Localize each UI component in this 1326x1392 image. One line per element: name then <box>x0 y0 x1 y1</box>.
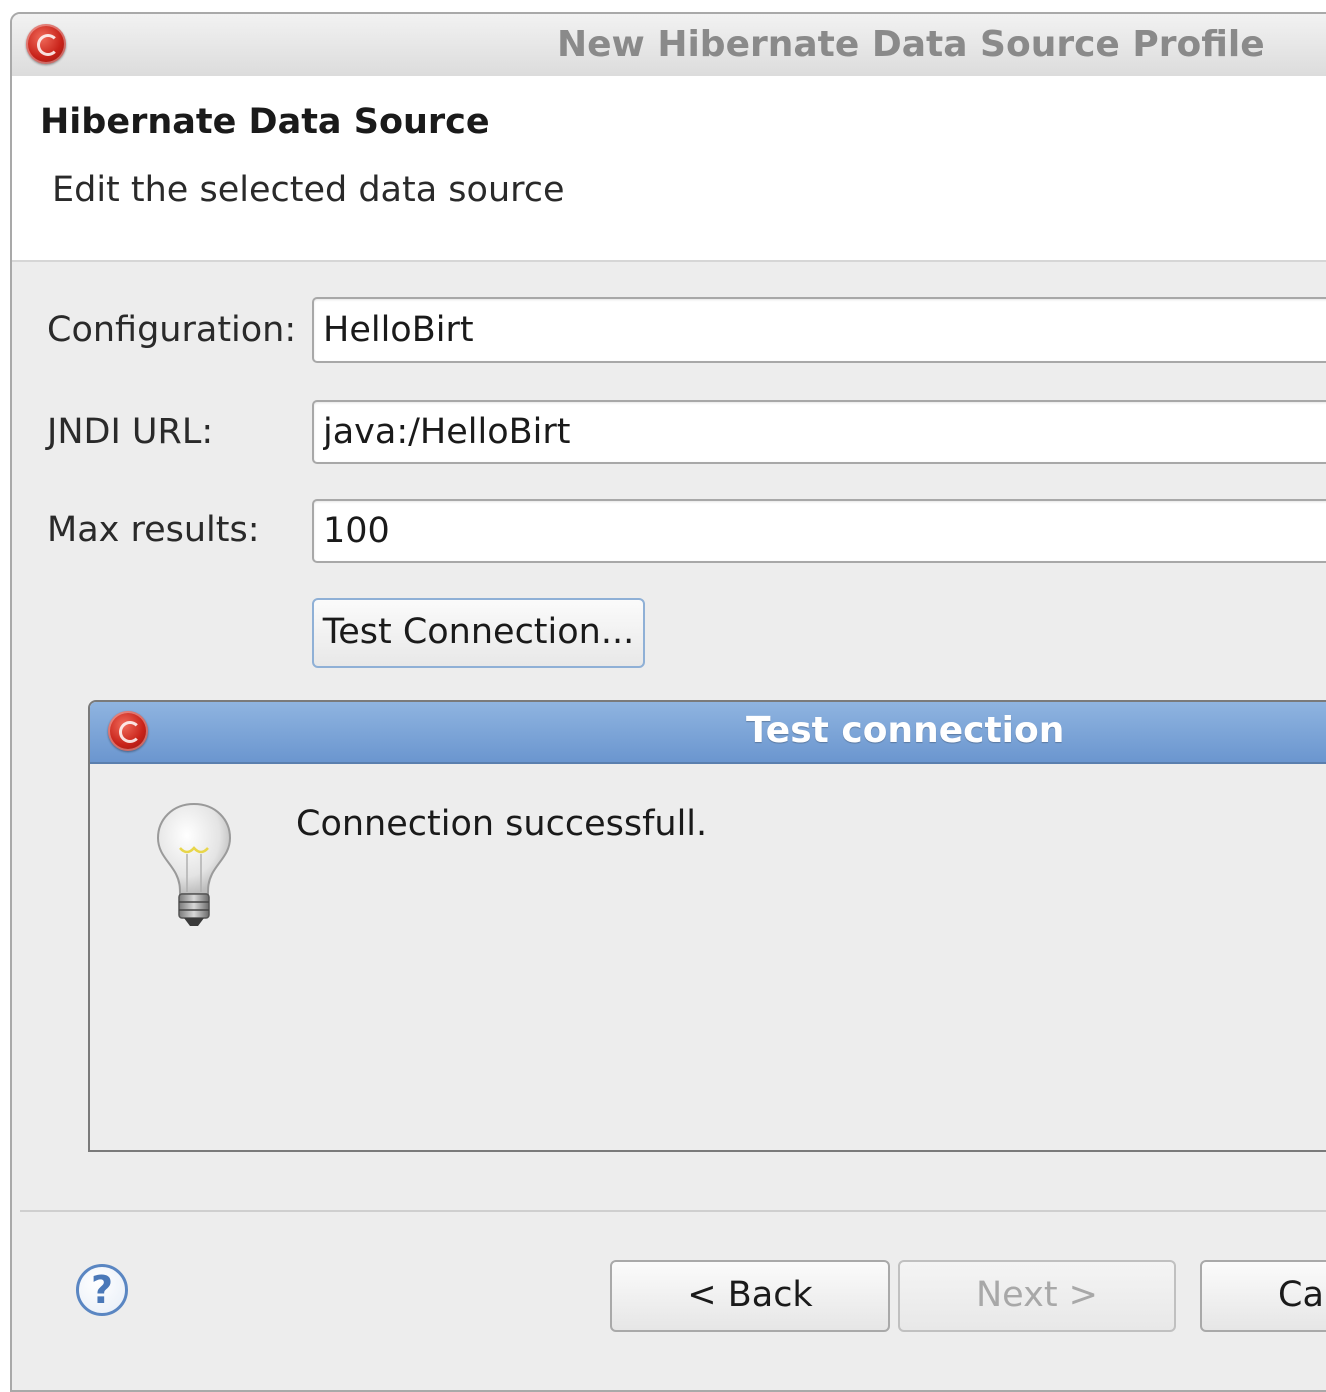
jndi-url-input[interactable] <box>312 400 1326 464</box>
cancel-button[interactable]: Ca <box>1200 1260 1326 1332</box>
next-button[interactable]: Next > <box>898 1260 1176 1332</box>
test-dialog-titlebar[interactable]: Test connection <box>90 702 1326 764</box>
app-logo-icon[interactable] <box>26 24 66 64</box>
configuration-label: Configuration: <box>47 310 297 350</box>
max-results-label: Max results: <box>47 510 260 550</box>
lightbulb-icon <box>156 802 232 926</box>
test-connection-button[interactable]: Test Connection... <box>312 598 645 668</box>
page-title: Hibernate Data Source <box>40 102 490 142</box>
window-title: New Hibernate Data Source Profile <box>557 24 1265 65</box>
back-button[interactable]: < Back <box>610 1260 890 1332</box>
configuration-input[interactable] <box>312 297 1326 363</box>
wizard-header: Hibernate Data Source Edit the selected … <box>12 76 1326 262</box>
jndi-url-label: JNDI URL: <box>47 412 214 452</box>
footer-separator <box>20 1210 1326 1212</box>
dialog-app-logo-icon[interactable] <box>108 711 148 751</box>
wizard-window: New Hibernate Data Source Profile Hibern… <box>10 12 1326 1392</box>
test-result-message: Connection successfull. <box>296 804 708 844</box>
max-results-input[interactable] <box>312 499 1326 563</box>
help-icon[interactable]: ? <box>76 1264 128 1316</box>
window-titlebar[interactable]: New Hibernate Data Source Profile <box>12 14 1326 78</box>
page-description: Edit the selected data source <box>52 170 565 210</box>
test-dialog-title: Test connection <box>746 710 1065 751</box>
test-connection-dialog: Test connection Connection successfull. <box>88 700 1326 1152</box>
